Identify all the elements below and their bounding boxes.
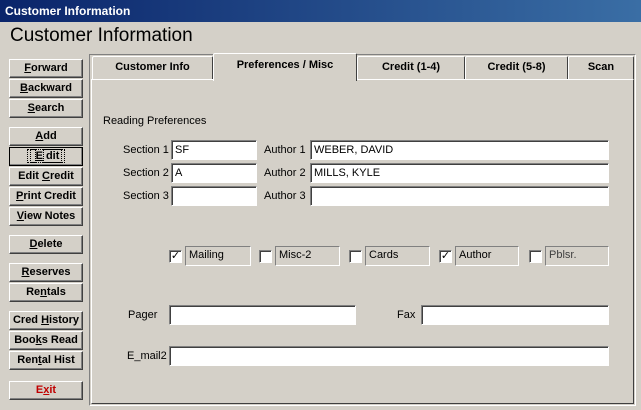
view-notes-button[interactable]: View Notes: [9, 207, 83, 226]
tab-preferences-misc[interactable]: Preferences / Misc: [213, 53, 357, 81]
misc-2-checkbox[interactable]: [259, 250, 272, 263]
exit-button[interactable]: Exit: [9, 381, 83, 400]
delete-button[interactable]: Delete: [9, 235, 83, 254]
add-button[interactable]: Add: [9, 127, 83, 146]
email2-input[interactable]: [169, 346, 609, 366]
author-3-input[interactable]: [310, 186, 609, 206]
pblsr-checkbox[interactable]: [529, 250, 542, 263]
checkmark-icon: ✓: [170, 250, 181, 262]
tab-customer-info[interactable]: Customer Info: [92, 56, 213, 79]
page-title: Customer Information: [10, 25, 193, 46]
window-titlebar: Customer Information: [0, 0, 641, 22]
section-3-input[interactable]: [171, 186, 257, 206]
mailing-checkbox[interactable]: ✓: [169, 250, 182, 263]
backward-button[interactable]: Backward: [9, 79, 83, 98]
checkmark-icon: ✓: [440, 250, 451, 262]
tab-scan[interactable]: Scan: [568, 56, 634, 79]
forward-button[interactable]: Forward: [9, 59, 83, 78]
customer-information-window: Customer Information Customer Informatio…: [0, 0, 641, 410]
tab-credit-1-4[interactable]: Credit (1-4): [357, 56, 465, 79]
cards-checkbox[interactable]: [349, 250, 362, 263]
author-checkbox[interactable]: ✓: [439, 250, 452, 263]
tab-credit-5-8[interactable]: Credit (5-8): [465, 56, 568, 79]
rental-hist-button[interactable]: Rental Hist: [9, 351, 83, 370]
edit-button[interactable]: Edit: [9, 147, 83, 166]
reserves-button[interactable]: Reserves: [9, 263, 83, 282]
fax-input[interactable]: [421, 305, 609, 325]
rentals-button[interactable]: Rentals: [9, 283, 83, 302]
search-button[interactable]: Search: [9, 99, 83, 118]
print-credit-button[interactable]: Print Credit: [9, 187, 83, 206]
edit-credit-button[interactable]: Edit Credit: [9, 167, 83, 186]
author-2-input[interactable]: MILLS, KYLE: [310, 163, 609, 183]
section-1-input[interactable]: SF: [171, 140, 257, 160]
cred-history-button[interactable]: Cred History: [9, 311, 83, 330]
section-2-input[interactable]: A: [171, 163, 257, 183]
author-1-input[interactable]: WEBER, DAVID: [310, 140, 609, 160]
books-read-button[interactable]: Books Read: [9, 331, 83, 350]
pager-input[interactable]: [169, 305, 356, 325]
